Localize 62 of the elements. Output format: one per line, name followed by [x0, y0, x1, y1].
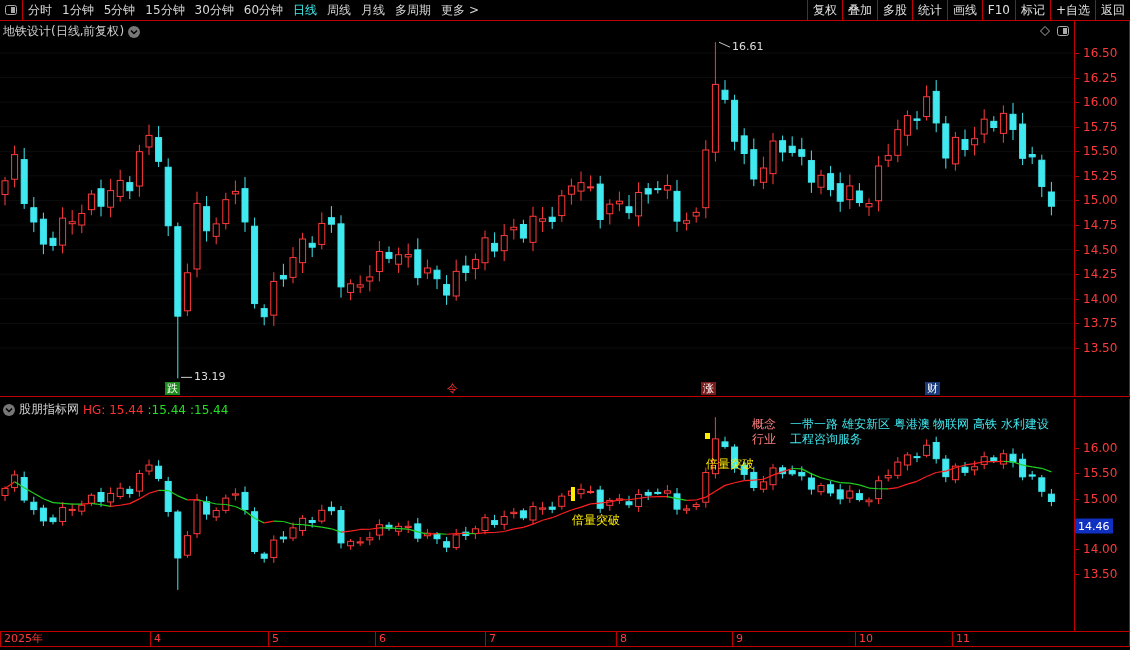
indicator-reading: HG: 15.44 — [83, 402, 144, 417]
diamond-icon[interactable] — [1040, 26, 1050, 36]
indicator-reading: :15.44 — [189, 402, 229, 417]
axis-label: 15.00 — [1083, 491, 1118, 506]
axis-label: 15.50 — [1083, 144, 1118, 159]
low-price-label: 13.19 — [194, 370, 226, 384]
period-tab[interactable]: 日线 — [288, 0, 323, 20]
axis-label: 15.00 — [1083, 193, 1118, 208]
axis-label: 14.25 — [1083, 267, 1118, 282]
axis-label: 16.00 — [1083, 441, 1118, 455]
panel-toggle-icon[interactable] — [5, 5, 17, 15]
axis-label: 16.25 — [1083, 70, 1118, 85]
signal-marker — [571, 487, 575, 501]
period-tab[interactable]: 月线 — [356, 0, 391, 20]
time-axis-label: 2025年 — [0, 632, 43, 646]
axis-label: 14.75 — [1083, 218, 1118, 232]
period-tab[interactable]: 1分钟 — [57, 0, 99, 20]
period-tab[interactable]: 5分钟 — [98, 0, 141, 20]
last-price-tag: 14.46 — [1075, 518, 1113, 534]
period-tab[interactable]: 15分钟 — [140, 0, 190, 20]
axis-label: 16.00 — [1083, 95, 1118, 110]
axis-label: 15.50 — [1083, 466, 1118, 481]
dropdown-icon[interactable] — [3, 403, 15, 416]
industry-name: 工程咨询服务 — [790, 431, 862, 448]
time-axis-label: 5 — [268, 632, 279, 646]
concept-label: 概念 — [752, 416, 776, 433]
time-axis-label: 6 — [375, 632, 386, 646]
axis-label: 14.50 — [1083, 242, 1118, 257]
axis-label: 14.00 — [1083, 542, 1118, 556]
event-marker[interactable]: 跌 — [165, 382, 180, 395]
concept-list: 一带一路 雄安新区 粤港澳 物联网 高铁 水利建设 — [790, 416, 1050, 433]
industry-label: 行业 — [752, 431, 776, 448]
time-axis-label: 7 — [485, 632, 496, 646]
period-tab[interactable]: 60分钟 — [238, 0, 289, 20]
indicator-reading: :15.44 — [147, 402, 186, 417]
axis-label: 13.50 — [1083, 340, 1118, 355]
high-price-label: 16.61 — [732, 40, 764, 54]
time-axis-label: 11 — [952, 632, 970, 646]
axis-label: 15.75 — [1083, 119, 1118, 134]
period-tab[interactable]: 周线 — [322, 0, 357, 20]
time-axis-label: 8 — [616, 632, 627, 646]
event-marker[interactable]: 财 — [925, 382, 940, 395]
period-tab[interactable]: 多周期 — [390, 0, 437, 20]
axis-label: 14.00 — [1083, 291, 1118, 306]
axis-label: 13.50 — [1083, 567, 1118, 582]
axis-label: 15.25 — [1083, 168, 1118, 183]
period-tab[interactable]: 更多 > — [436, 0, 484, 20]
time-axis-label: 10 — [855, 632, 873, 646]
time-axis-label: 9 — [732, 632, 743, 646]
indicator-name: 股朋指标网 — [19, 401, 79, 418]
period-tab[interactable]: 30分钟 — [189, 0, 239, 20]
panel-toggle-icon[interactable] — [1057, 26, 1069, 36]
axis-label: 13.75 — [1083, 316, 1118, 331]
event-marker[interactable]: 涨 — [701, 382, 716, 395]
signal-marker — [705, 433, 710, 439]
event-marker[interactable]: 令 — [445, 382, 460, 395]
chart-title: 地铁设计(日线,前复权) — [3, 23, 125, 40]
time-axis-label: 4 — [150, 632, 161, 646]
axis-label: 16.50 — [1083, 46, 1118, 60]
dropdown-icon[interactable] — [128, 25, 141, 38]
signal-label: 倍量突破 — [572, 512, 620, 529]
period-tab[interactable]: 分时 — [23, 0, 57, 20]
